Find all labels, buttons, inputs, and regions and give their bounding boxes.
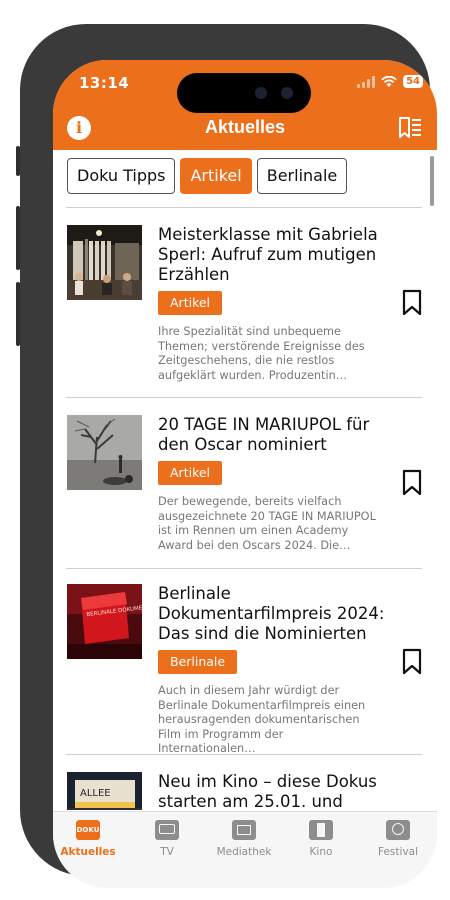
app-header: 13:14 54 i Aktuelles — [53, 60, 437, 150]
battery-indicator: 54 — [403, 75, 423, 88]
bottom-navigation: DOKU Aktuelles TV Mediathek Kino Festiva… — [53, 811, 437, 888]
divider — [66, 397, 422, 398]
dynamic-island — [177, 73, 311, 113]
nav-aktuelles[interactable]: DOKU Aktuelles — [53, 820, 123, 858]
bookmark-icon[interactable] — [401, 289, 423, 317]
nav-label: TV — [160, 846, 174, 858]
status-icons: 54 — [357, 75, 423, 88]
screen: 13:14 54 i Aktuelles Doku Tipps Artikel … — [53, 60, 437, 888]
saved-list-icon[interactable] — [397, 115, 423, 141]
article-title[interactable]: 20 TAGE IN MARIUPOL für den Oscar nomini… — [158, 415, 388, 455]
signal-icon — [357, 75, 376, 88]
article-title[interactable]: Berlinale Dokumentarfilmpreis 2024: Das … — [158, 584, 388, 644]
article-thumbnail[interactable]: BERLINALE DOKUMENTAR FILMPREIS AWARD — [67, 584, 142, 659]
camera-sensor-icon — [255, 87, 267, 99]
article-thumbnail[interactable] — [67, 225, 142, 300]
divider — [66, 754, 422, 755]
tab-doku-tipps[interactable]: Doku Tipps — [67, 158, 176, 194]
nav-mediathek[interactable]: Mediathek — [209, 820, 279, 858]
article-title[interactable]: Neu im Kino – diese Dokus starten am 25.… — [158, 772, 388, 810]
article-thumbnail[interactable] — [67, 415, 142, 490]
article-excerpt: Auch in diesem Jahr würdigt der Berlinal… — [158, 684, 366, 755]
status-time: 13:14 — [79, 74, 130, 92]
list-item[interactable]: ALLEE Neu im Kino – diese Dokus starten … — [67, 772, 423, 810]
article-excerpt: Der bewegende, bereits vielfach ausgezei… — [158, 495, 376, 552]
article-title[interactable]: Meisterklasse mit Gabriela Sperl: Aufruf… — [158, 225, 388, 285]
nav-label: Mediathek — [216, 846, 272, 858]
wifi-icon — [381, 75, 397, 87]
camera-lens-icon — [281, 87, 293, 99]
list-item[interactable]: Meisterklasse mit Gabriela Sperl: Aufruf… — [67, 225, 423, 385]
volume-up-button — [16, 206, 20, 270]
article-thumbnail[interactable]: ALLEE — [67, 772, 142, 810]
doku-logo-icon: DOKU — [76, 820, 100, 840]
phone-frame: 13:14 54 i Aktuelles Doku Tipps Artikel … — [16, 24, 437, 888]
divider — [66, 207, 422, 208]
nav-label: Festival — [378, 846, 418, 858]
scrollbar[interactable] — [430, 156, 434, 206]
category-tabs: Doku Tipps Artikel Berlinale — [67, 158, 348, 194]
bookmark-icon[interactable] — [401, 469, 423, 497]
nav-tv[interactable]: TV — [132, 820, 202, 858]
list-item[interactable]: BERLINALE DOKUMENTAR FILMPREIS AWARD Ber… — [67, 584, 423, 755]
article-list[interactable]: Doku Tipps Artikel Berlinale Meisterklas… — [53, 150, 437, 810]
divider — [66, 568, 422, 569]
mute-switch — [16, 146, 20, 176]
list-item[interactable]: 20 TAGE IN MARIUPOL für den Oscar nomini… — [67, 415, 423, 575]
tab-artikel[interactable]: Artikel — [180, 158, 252, 194]
category-badge: Artikel — [158, 291, 223, 315]
tab-berlinale[interactable]: Berlinale — [256, 158, 348, 194]
nav-festival[interactable]: Festival — [363, 820, 433, 858]
page-title: Aktuelles — [204, 117, 286, 137]
bookmark-icon[interactable] — [401, 648, 423, 676]
category-badge: Artikel — [158, 461, 223, 485]
mediathek-icon — [232, 820, 256, 840]
volume-down-button — [16, 282, 20, 346]
festival-icon — [386, 820, 410, 840]
nav-kino[interactable]: Kino — [286, 820, 356, 858]
marquee-text: ALLEE — [80, 788, 111, 799]
film-icon — [309, 820, 333, 840]
category-badge: Berlinale — [158, 650, 238, 674]
tv-icon — [155, 820, 179, 840]
article-excerpt: Ihre Spezialität sind unbequeme Themen; … — [158, 325, 365, 382]
nav-label: Kino — [309, 846, 333, 858]
nav-label: Aktuelles — [60, 846, 116, 858]
